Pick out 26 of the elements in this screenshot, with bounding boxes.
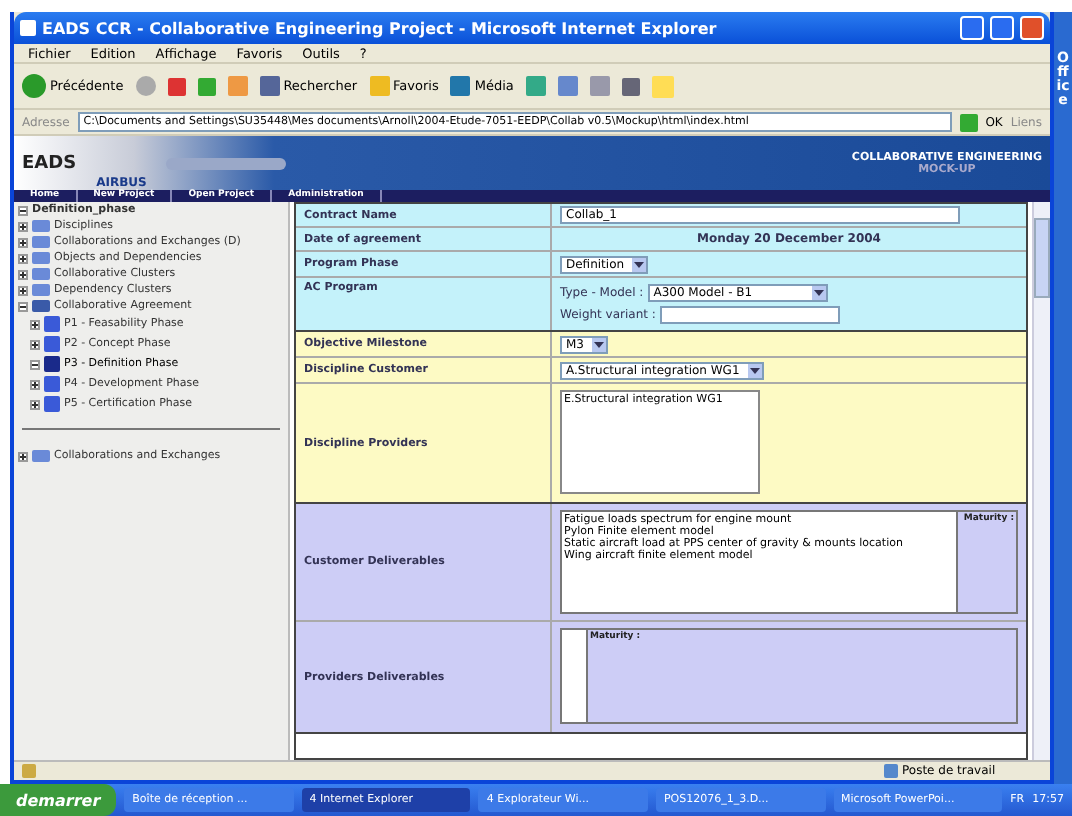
caret-icon: [811, 286, 826, 300]
text-field[interactable]: [659, 306, 840, 324]
minimize-button[interactable]: [960, 16, 984, 40]
expander-icon[interactable]: [30, 319, 40, 329]
logo: EADS: [22, 153, 77, 173]
expander-icon[interactable]: [18, 451, 28, 461]
expander-icon[interactable]: [30, 399, 40, 409]
maximize-button[interactable]: [990, 16, 1014, 40]
expander-icon[interactable]: [18, 237, 28, 247]
expander-icon[interactable]: [18, 269, 28, 279]
caret-icon: [632, 257, 647, 271]
start-button[interactable]: demarrer: [0, 784, 117, 816]
expander-icon[interactable]: [18, 301, 28, 311]
expander-icon[interactable]: [30, 339, 40, 349]
expander-icon[interactable]: [30, 379, 40, 389]
expander-icon[interactable]: [18, 221, 28, 231]
expander-icon[interactable]: [30, 359, 40, 369]
expander-icon[interactable]: [18, 285, 28, 295]
expander-icon[interactable]: [18, 205, 28, 215]
expander-icon[interactable]: [18, 253, 28, 263]
caret-icon: [747, 363, 762, 377]
folder-icon: [32, 450, 50, 462]
scrollbar[interactable]: [1032, 202, 1050, 760]
caret-icon: [592, 337, 606, 351]
window-title: EADS CCR - Collaborative Engineering Project - Microsoft Internet Explorer: [42, 19, 719, 37]
close-button[interactable]: [1020, 16, 1044, 40]
